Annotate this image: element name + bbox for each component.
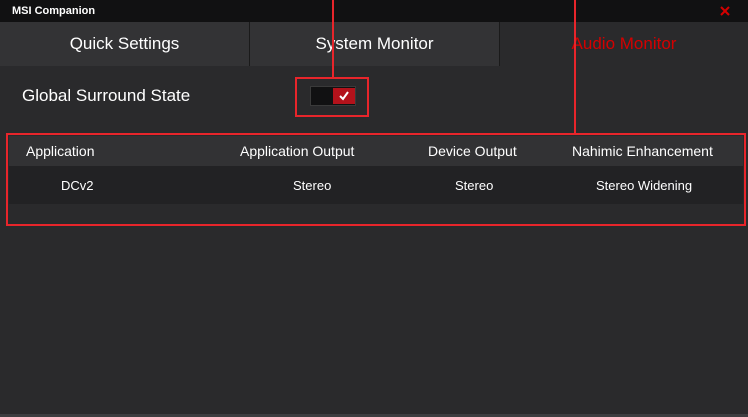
tab-label: Audio Monitor: [571, 34, 677, 53]
column-header-application: Application: [26, 143, 95, 159]
title-bar: MSI Companion: [0, 0, 748, 22]
close-icon[interactable]: [718, 4, 732, 18]
cell-application: DCv2: [61, 178, 94, 193]
tab-audio-monitor[interactable]: Audio Monitor: [500, 22, 748, 66]
column-header-device-output: Device Output: [428, 143, 517, 159]
callout-line: [574, 0, 576, 133]
column-header-nahimic-enhancement: Nahimic Enhancement: [572, 143, 713, 159]
cell-device-output: Stereo: [455, 178, 494, 193]
tab-label: Quick Settings: [69, 34, 180, 53]
tab-system-monitor[interactable]: System Monitor: [250, 22, 500, 66]
table-header: Application Application Output Device Ou…: [9, 136, 743, 166]
window-title: MSI Companion: [12, 5, 96, 17]
global-surround-toggle[interactable]: [310, 86, 356, 106]
table-row[interactable]: DCv2 Stereo Stereo Stereo Widening: [9, 166, 743, 204]
tab-bar: Quick Settings System Monitor Audio Moni…: [0, 22, 748, 66]
check-icon: [339, 91, 349, 101]
toggle-knob: [333, 88, 355, 104]
callout-line: [332, 0, 334, 77]
global-surround-label: Global Surround State: [22, 86, 191, 105]
tab-quick-settings[interactable]: Quick Settings: [0, 22, 250, 66]
cell-nahimic-enhancement: Stereo Widening: [596, 178, 693, 193]
cell-application-output: Stereo: [293, 178, 332, 193]
column-header-application-output: Application Output: [240, 143, 355, 159]
